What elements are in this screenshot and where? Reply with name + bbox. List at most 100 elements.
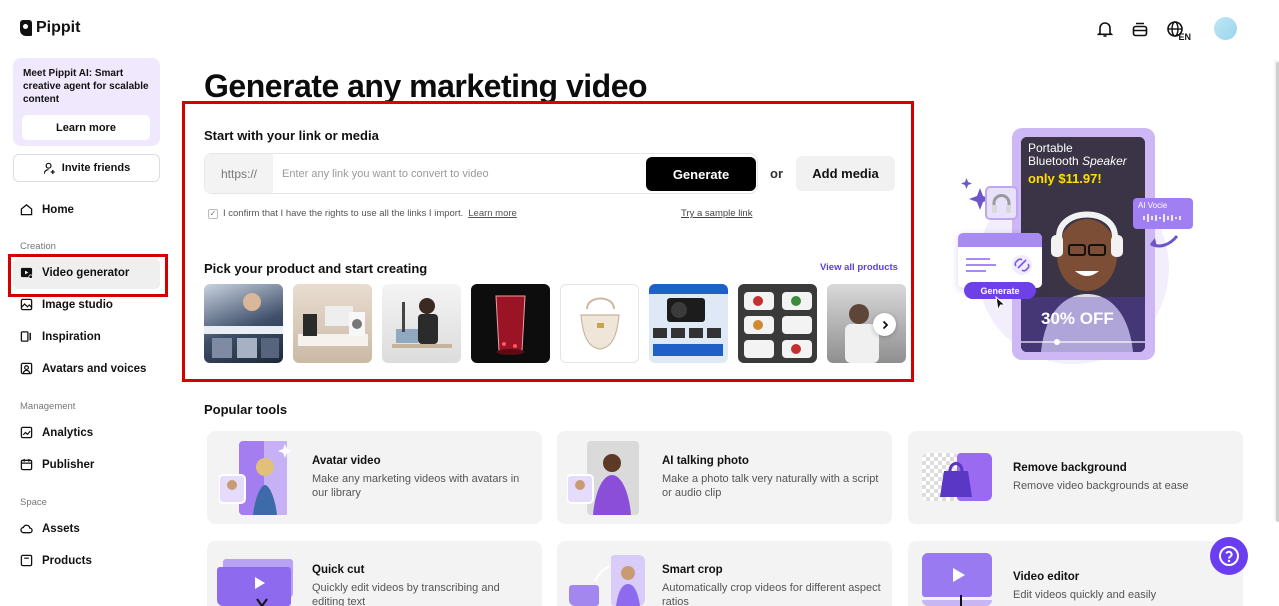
product-image <box>580 297 620 350</box>
view-all-products-link[interactable]: View all products <box>820 262 898 273</box>
remove-background-thumbnail <box>922 453 992 501</box>
section-label-creation: Creation <box>20 241 56 252</box>
generate-button[interactable]: Generate <box>646 157 756 191</box>
sidebar-item-video-generator[interactable]: Video generator <box>20 266 129 279</box>
url-prefix: https:// <box>205 154 273 193</box>
cloud-icon <box>20 524 33 534</box>
section-label-space: Space <box>20 497 47 508</box>
product-thumbnail[interactable] <box>293 284 372 363</box>
sidebar-item-avatars-voices[interactable]: Avatars and voices <box>20 362 146 375</box>
sidebar-item-label: Publisher <box>42 458 95 471</box>
help-button[interactable] <box>1210 537 1248 575</box>
invite-friends-button[interactable]: Invite friends <box>13 154 160 182</box>
confirm-text: I confirm that I have the rights to use … <box>223 208 464 219</box>
product-thumbnail[interactable] <box>382 284 461 363</box>
tool-title: Avatar video <box>312 455 381 467</box>
arrow-left-icon <box>1150 235 1179 248</box>
app-root: Pippit Meet Pippit AI: Smart creative ag… <box>0 0 1279 606</box>
header-icons: EN <box>1096 17 1237 42</box>
analytics-icon <box>20 426 33 439</box>
tool-title: AI talking photo <box>662 455 749 467</box>
sidebar-item-publisher[interactable]: Publisher <box>20 458 94 471</box>
or-label: or <box>770 166 783 181</box>
carousel-next-button[interactable] <box>873 313 896 336</box>
rights-confirmation: ✓ I confirm that I have the rights to us… <box>208 208 517 219</box>
video-generator-icon <box>20 267 33 279</box>
sidebar-item-products[interactable]: Products <box>20 554 92 567</box>
sidebar-item-image-studio[interactable]: Image studio <box>20 298 113 311</box>
user-avatar[interactable] <box>1214 17 1237 40</box>
tool-title: Remove background <box>1013 462 1127 474</box>
sidebar: Pippit Meet Pippit AI: Smart creative ag… <box>0 0 172 606</box>
cursor-icon <box>995 296 1007 311</box>
link-section-title: Start with your link or media <box>204 128 379 143</box>
talking-photo-thumbnail <box>567 441 639 515</box>
tool-card-avatar-video[interactable]: Avatar video Make any marketing videos w… <box>207 431 542 524</box>
rights-checkbox[interactable]: ✓ <box>208 208 218 219</box>
hero-illustration: Portable Bluetooth Speaker only $11.97! … <box>955 128 1195 364</box>
tool-card-quick-cut[interactable]: Quick cut Quickly edit videos by transcr… <box>207 541 542 606</box>
page-title: Generate any marketing video <box>204 68 648 104</box>
language-selector[interactable]: EN <box>1166 20 1197 42</box>
product-image <box>392 298 452 348</box>
hero-headline: Portable Bluetooth Speaker <box>1028 142 1127 168</box>
tool-title: Quick cut <box>312 564 365 576</box>
product-thumbnail[interactable] <box>560 284 639 363</box>
link-input-bar: https:// Generate <box>204 153 758 194</box>
product-thumbnail[interactable] <box>471 284 550 363</box>
tool-title: Video editor <box>1013 571 1080 583</box>
tool-card-ai-talking-photo[interactable]: AI talking photo Make a photo talk very … <box>557 431 892 524</box>
tool-description: Automatically crop videos for different … <box>662 582 881 606</box>
app-name: Pippit <box>36 19 81 36</box>
inbox-icon[interactable] <box>1131 20 1149 38</box>
learn-more-button[interactable]: Learn more <box>22 115 150 140</box>
sidebar-item-label: Avatars and voices <box>42 362 147 375</box>
tool-card-remove-background[interactable]: Remove background Remove video backgroun… <box>908 431 1243 524</box>
products-title: Pick your product and start creating <box>204 261 428 276</box>
products-icon <box>20 554 33 567</box>
hero-price: only $11.97! <box>1028 171 1102 186</box>
sidebar-item-assets[interactable]: Assets <box>20 522 80 535</box>
tool-card-video-editor[interactable]: Video editor Edit videos quickly and eas… <box>908 541 1243 606</box>
learn-more-link[interactable]: Learn more <box>468 208 517 219</box>
bell-icon[interactable] <box>1096 20 1114 38</box>
add-media-button[interactable]: Add media <box>796 156 895 191</box>
headset-thumbnail <box>985 186 1018 220</box>
sidebar-item-home[interactable]: Home <box>20 203 74 216</box>
waveform-icon <box>1143 214 1181 222</box>
sidebar-item-label: Home <box>42 203 74 216</box>
generate-card <box>958 233 1042 288</box>
inspiration-icon <box>20 331 31 342</box>
ai-voice-card: AI Vocie <box>1133 198 1193 229</box>
product-thumbnail[interactable] <box>649 284 728 363</box>
add-user-icon <box>43 162 55 174</box>
hero-line2: Bluetooth <box>1028 154 1079 168</box>
promo-text: Meet Pippit AI: Smart creative agent for… <box>23 68 149 105</box>
tool-card-smart-crop[interactable]: Smart crop Automatically crop videos for… <box>557 541 892 606</box>
sample-link[interactable]: Try a sample link <box>681 208 752 219</box>
language-code: EN <box>1178 31 1191 42</box>
sidebar-item-inspiration[interactable]: Inspiration <box>20 330 101 343</box>
tool-title: Smart crop <box>662 564 723 576</box>
promo-card: Meet Pippit AI: Smart creative agent for… <box>13 58 160 146</box>
avatar-icon <box>20 362 33 375</box>
hero-line1: Portable <box>1028 141 1073 155</box>
ai-voice-label: AI Vocie <box>1138 201 1168 210</box>
sidebar-item-label: Analytics <box>42 426 94 439</box>
link-input[interactable] <box>282 164 642 184</box>
pippit-logo[interactable]: Pippit <box>20 19 80 37</box>
product-thumbnail[interactable] <box>204 284 283 363</box>
sidebar-item-label: Assets <box>42 522 80 535</box>
sidebar-item-label: Video generator <box>42 266 130 279</box>
product-image <box>298 306 368 346</box>
tool-description: Quickly edit videos by transcribing and … <box>312 582 500 606</box>
sidebar-item-analytics[interactable]: Analytics <box>20 426 93 439</box>
tool-description: Make any marketing videos with avatars i… <box>312 473 520 499</box>
product-image <box>649 284 728 356</box>
sidebar-item-label: Inspiration <box>42 330 101 343</box>
headphones-icon <box>992 194 1011 213</box>
hero-discount: 30% OFF <box>1041 309 1114 328</box>
product-thumbnail[interactable] <box>738 284 817 363</box>
question-icon <box>1219 546 1239 566</box>
tool-description: Edit videos quickly and easily <box>1013 589 1157 601</box>
